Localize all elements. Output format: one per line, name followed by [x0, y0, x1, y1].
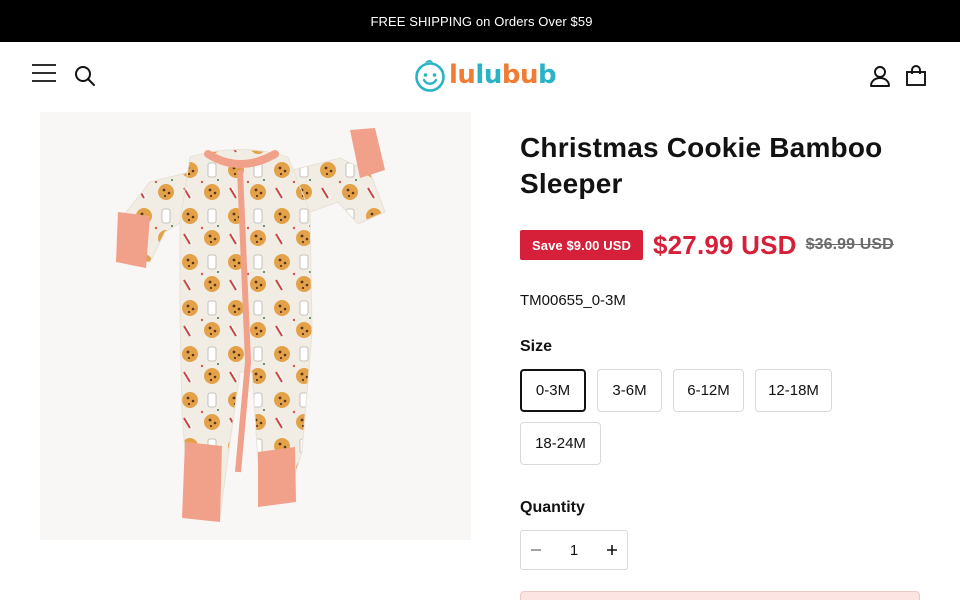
- menu-icon: [32, 64, 56, 82]
- menu-button[interactable]: [30, 60, 58, 86]
- quantity-stepper: [520, 530, 628, 570]
- logo-wordmark: lulubub: [449, 60, 557, 90]
- product-image[interactable]: [40, 112, 471, 540]
- quantity-increase-button[interactable]: [597, 531, 627, 569]
- cart-icon: [906, 65, 926, 86]
- quantity-input[interactable]: [551, 531, 597, 569]
- product-sku: TM00655_0-3M: [520, 292, 626, 309]
- announcement-text: FREE SHIPPING on Orders Over $59: [370, 13, 593, 29]
- quantity-decrease-button[interactable]: [521, 531, 551, 569]
- announcement-bar: FREE SHIPPING on Orders Over $59: [0, 0, 960, 42]
- site-logo[interactable]: lulubub: [414, 56, 557, 94]
- search-button[interactable]: [72, 63, 98, 89]
- size-option-18-24m[interactable]: 18-24M: [520, 422, 601, 465]
- price-row: Save $9.00 USD $27.99 USD $36.99 USD: [520, 228, 940, 262]
- size-option-0-3m[interactable]: 0-3M: [520, 369, 586, 412]
- size-label: Size: [520, 338, 553, 355]
- sleeper-illustration: [116, 128, 386, 522]
- sale-price: $27.99 USD: [652, 229, 797, 260]
- search-icon: [75, 66, 95, 86]
- size-option-12-18m[interactable]: 12-18M: [755, 369, 832, 412]
- site-header: lulubub: [0, 42, 960, 110]
- account-button[interactable]: [866, 63, 894, 89]
- plus-icon: [607, 545, 617, 555]
- product-title: Christmas Cookie Bamboo Sleeper: [520, 132, 883, 199]
- size-option-6-12m[interactable]: 6-12M: [673, 369, 744, 412]
- quantity-label: Quantity: [520, 499, 585, 516]
- size-option-3-6m[interactable]: 3-6M: [597, 369, 662, 412]
- account-icon: [870, 66, 890, 87]
- compare-price: $36.99 USD: [805, 236, 894, 253]
- baby-face-logo-icon: [415, 60, 445, 92]
- add-to-cart-button[interactable]: [520, 591, 920, 600]
- cart-button[interactable]: [902, 63, 930, 89]
- minus-icon: [531, 549, 541, 551]
- save-badge: Save $9.00 USD: [520, 230, 643, 260]
